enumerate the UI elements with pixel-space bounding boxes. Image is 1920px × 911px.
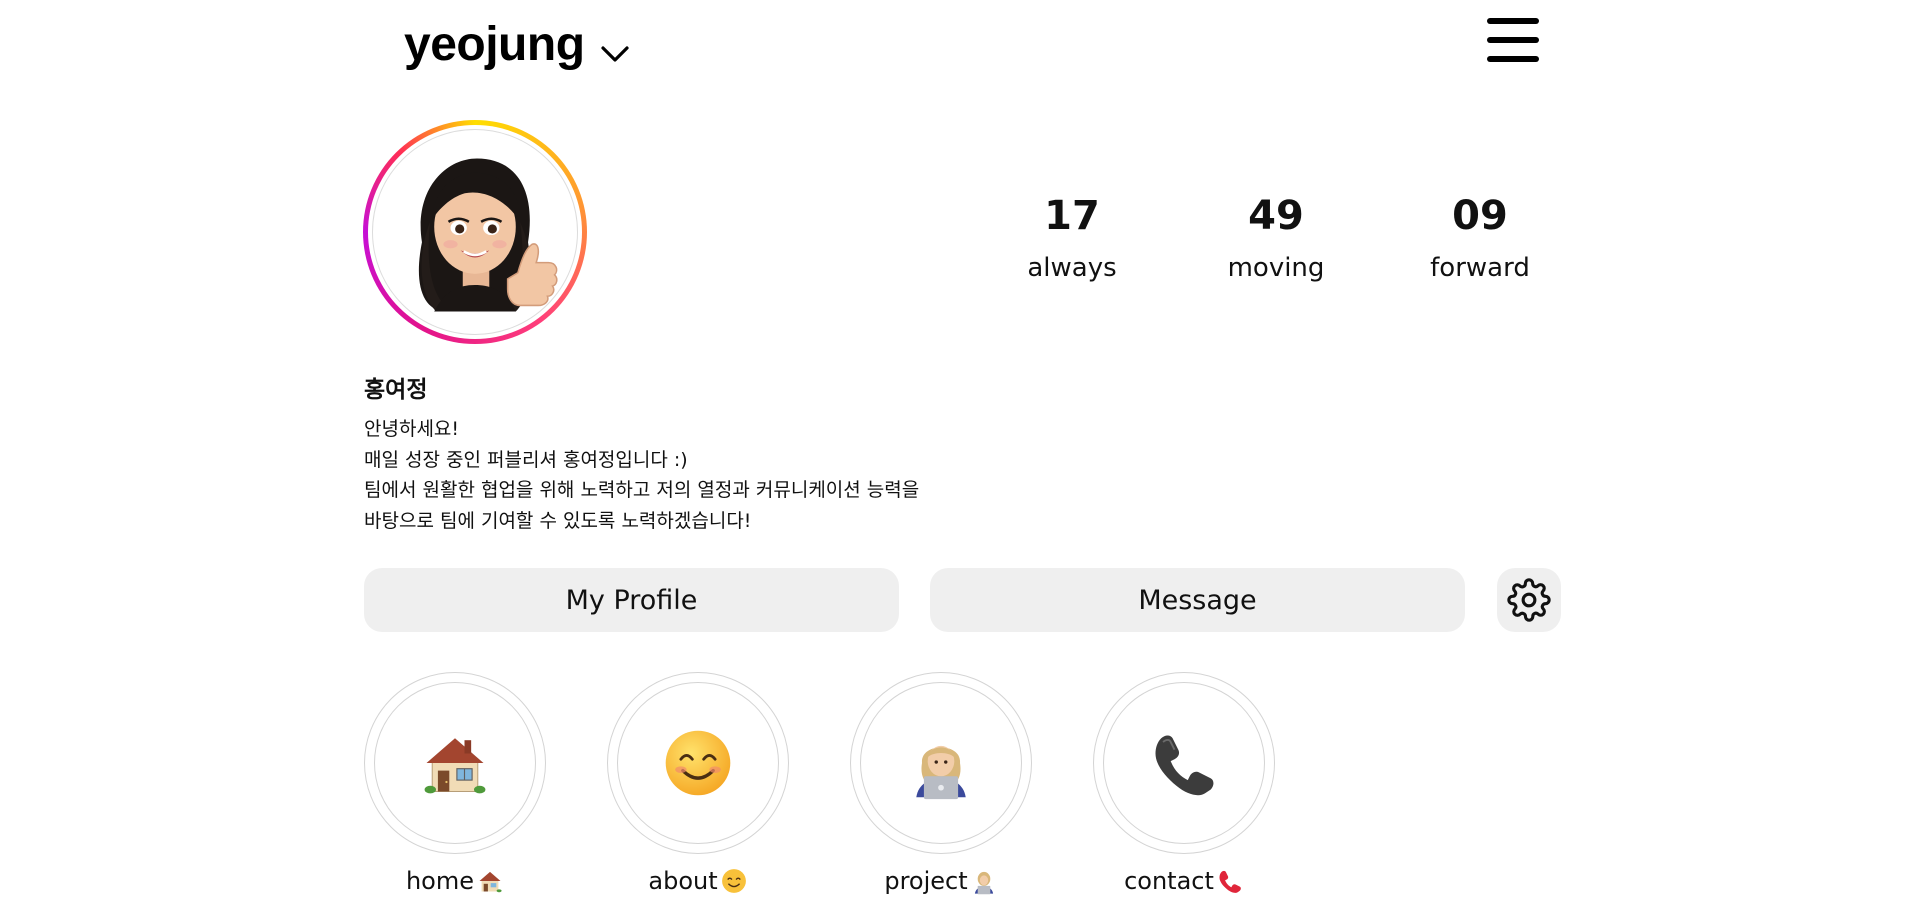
profile-stats: 17 always 49 moving 09 forward (1000, 190, 1560, 300)
telephone-receiver-icon (1219, 870, 1241, 893)
stat-always[interactable]: 17 always (992, 190, 1152, 286)
hamburger-menu-icon[interactable] (1487, 18, 1539, 62)
technologist-icon (916, 745, 966, 800)
chevron-down-icon (600, 46, 629, 62)
smiling-face-icon (665, 730, 731, 796)
bio-line: 매일 성장 중인 퍼블리셔 홍여정입니다 :) (364, 448, 688, 471)
highlight-contact[interactable]: contact (1093, 672, 1275, 895)
house-icon (424, 738, 486, 794)
display-name: 홍여정 (364, 377, 428, 403)
account-switcher[interactable]: yeojung (404, 16, 633, 74)
stat-value: 09 (1452, 193, 1508, 239)
stat-label: always (1027, 253, 1117, 283)
technologist-icon (974, 871, 993, 895)
message-button[interactable]: Message (930, 568, 1465, 632)
profile-avatar[interactable] (363, 120, 587, 344)
stat-value: 17 (1044, 193, 1100, 239)
highlight-label: contact (1124, 867, 1214, 895)
stat-value: 49 (1248, 193, 1304, 239)
settings-button[interactable] (1497, 568, 1561, 632)
highlight-about[interactable]: about (607, 672, 789, 895)
highlight-project[interactable]: project (850, 672, 1032, 895)
stat-label: forward (1430, 253, 1530, 283)
stat-moving[interactable]: 49 moving (1196, 190, 1356, 286)
stat-label: moving (1227, 253, 1325, 283)
bio-line: 안녕하세요! (364, 418, 460, 440)
my-profile-button[interactable]: My Profile (364, 568, 899, 632)
telephone-receiver-icon (1155, 735, 1214, 796)
profile-header: yeojung (0, 0, 1920, 90)
highlight-label: home (405, 867, 475, 895)
bio-line: 바탕으로 팀에 기여할 수 있도록 노력하겠습니다! (364, 509, 752, 532)
bio-text: 안녕하세요! 매일 성장 중인 퍼블리셔 홍여정입니다 :) 팀에서 원활한 협… (364, 414, 1064, 536)
story-highlights: home about project contact (364, 672, 1364, 911)
highlight-label: about (648, 867, 718, 895)
bio-line: 팀에서 원활한 협업을 위해 노력하고 저의 열정과 커뮤니케이션 능력을 (364, 479, 920, 501)
smiling-face-icon (721, 869, 746, 893)
stat-forward[interactable]: 09 forward (1400, 190, 1560, 286)
memoji-avatar-icon (372, 129, 578, 335)
username: yeojung (404, 18, 585, 71)
highlight-label: project (884, 867, 968, 895)
house-icon (479, 871, 502, 893)
highlight-home[interactable]: home (364, 672, 546, 895)
gear-icon (1507, 578, 1551, 622)
profile-bio: 홍여정 안녕하세요! 매일 성장 중인 퍼블리셔 홍여정입니다 :) 팀에서 원… (364, 372, 1064, 536)
